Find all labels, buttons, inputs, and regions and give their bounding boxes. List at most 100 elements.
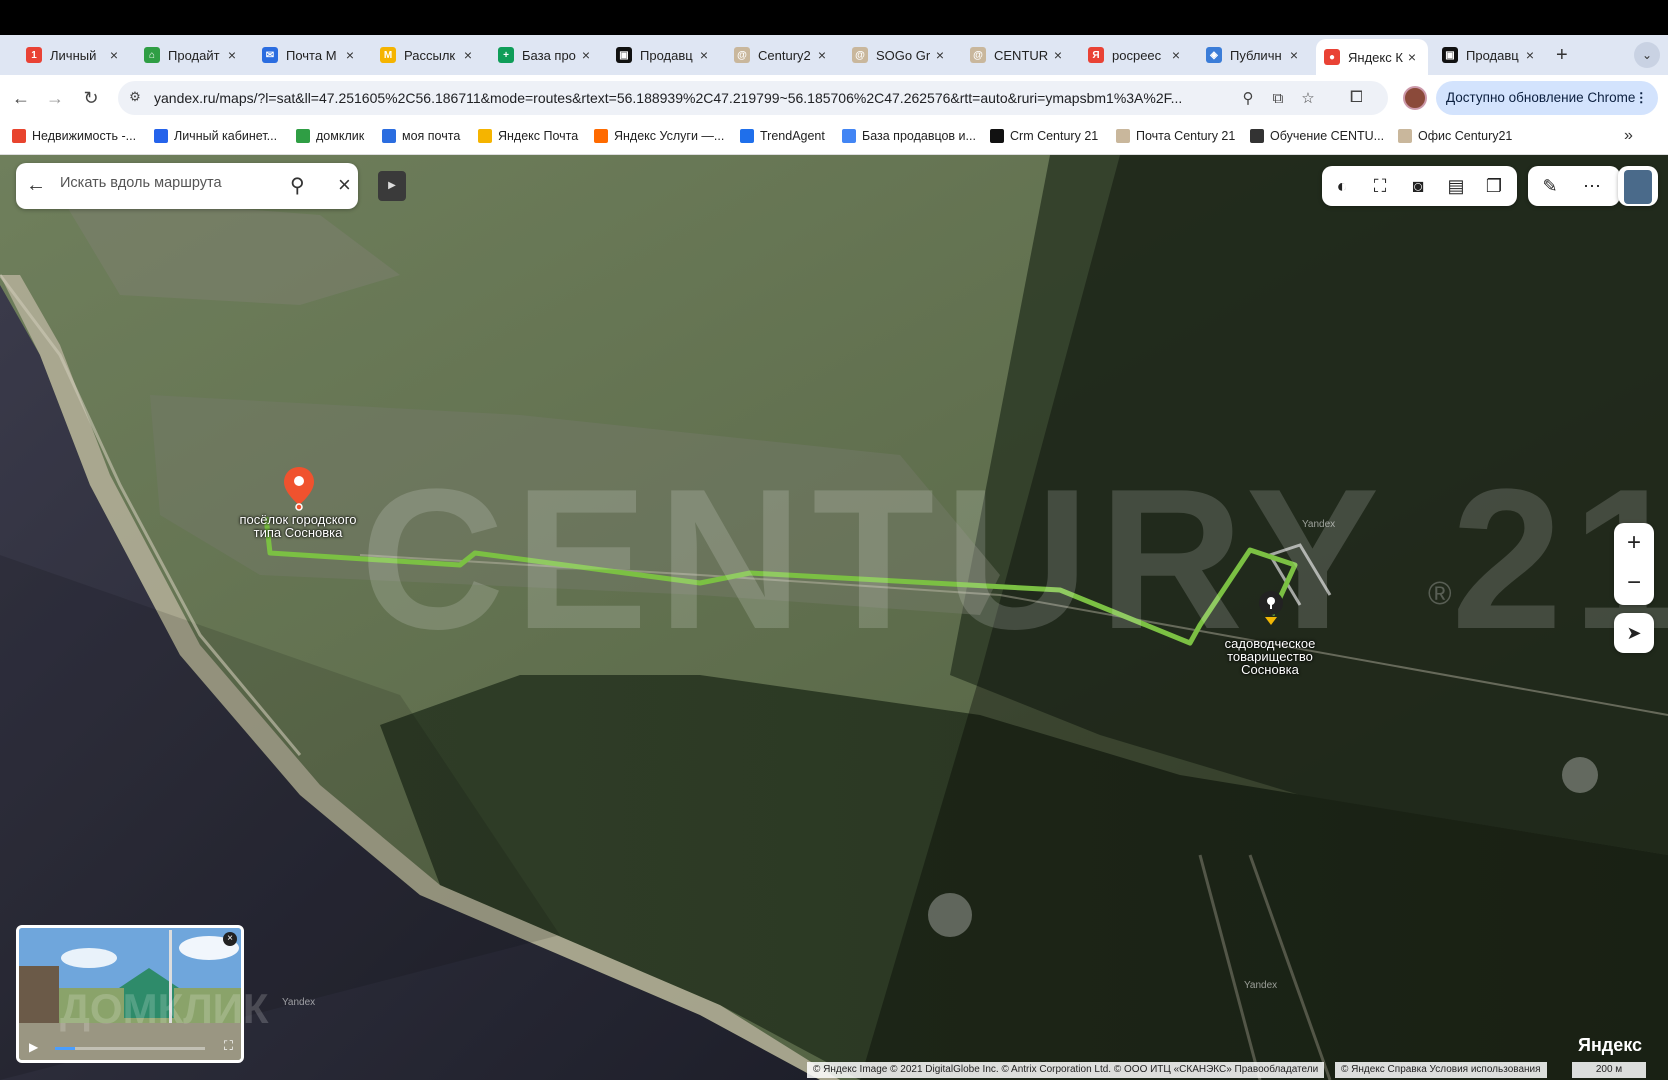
back-arrow-icon[interactable]: ← xyxy=(26,174,46,197)
tab-close-icon[interactable]: × xyxy=(342,47,358,63)
chrome-update-button[interactable]: Доступно обновление Chrome ⋮ xyxy=(1436,81,1658,115)
tab-close-icon[interactable]: × xyxy=(1050,47,1066,63)
bookmark-item[interactable]: База продавцов и... xyxy=(842,129,976,143)
zoom-in-button[interactable]: + xyxy=(1614,523,1654,563)
search-icon[interactable]: ⚲ xyxy=(290,173,305,198)
tab-close-icon[interactable]: × xyxy=(578,47,594,63)
browser-tab[interactable]: ✉ Почта M × xyxy=(254,39,366,71)
location-pin-icon[interactable]: ⚲ xyxy=(1238,89,1258,109)
collapse-panel-button[interactable]: ▶ xyxy=(378,171,406,201)
forward-button[interactable]: → xyxy=(42,85,68,111)
panorama-icon[interactable]: ⛶ xyxy=(1368,174,1392,198)
start-label[interactable]: посёлок городского типа Сосновка xyxy=(228,513,368,539)
transport-icon[interactable]: ▤ xyxy=(1444,174,1468,198)
tab-close-icon[interactable]: × xyxy=(1168,47,1184,63)
tab-title: Личный xyxy=(50,47,97,63)
browser-tab[interactable]: ▣ Продавц × xyxy=(1434,39,1546,71)
route-search-panel: ← ⚲ × xyxy=(16,163,358,209)
end-label[interactable]: садоводческое товарищество Сосновка xyxy=(1208,637,1332,676)
yandex-tile-mark: Yandex xyxy=(282,997,316,1008)
bookmark-item[interactable]: Обучение CENTU... xyxy=(1250,129,1384,143)
start-marker-icon[interactable] xyxy=(282,465,316,516)
tab-close-icon[interactable]: × xyxy=(460,47,476,63)
bookmark-item[interactable]: Яндекс Услуги —... xyxy=(594,129,724,143)
bookmark-star-icon[interactable]: ☆ xyxy=(1298,89,1318,109)
tab-title: SOGo Gr xyxy=(876,47,931,63)
browser-tab[interactable]: ⌂ Продайт × xyxy=(136,39,248,71)
photo-icon[interactable]: ◙ xyxy=(1406,174,1430,198)
tab-favicon-icon: ⌂ xyxy=(144,47,160,63)
bookmark-label: Яндекс Услуги —... xyxy=(614,129,725,143)
bookmark-label: домклик xyxy=(316,129,365,143)
tab-close-icon[interactable]: × xyxy=(1522,47,1538,63)
footer-links[interactable]: © Яндекс Справка Условия использования xyxy=(1335,1062,1547,1078)
domclick-watermark: ДОМКЛИК xyxy=(60,985,269,1032)
copyright-text[interactable]: © Яндекс Image © 2021 DigitalGlobe Inc. … xyxy=(807,1062,1325,1078)
extensions-icon[interactable]: ⧠ xyxy=(1350,89,1363,107)
tab-title: Публичн xyxy=(1230,47,1282,63)
close-icon[interactable]: × xyxy=(223,932,237,946)
tab-favicon-icon: ✉ xyxy=(262,47,278,63)
ruler-icon[interactable]: ✎ xyxy=(1538,174,1562,198)
bookmark-item[interactable]: TrendAgent xyxy=(740,129,825,143)
profile-avatar[interactable] xyxy=(1403,86,1427,110)
tab-close-icon[interactable]: × xyxy=(1404,49,1420,65)
tab-search-button[interactable]: ⌄ xyxy=(1634,42,1660,68)
url-text[interactable]: yandex.ru/maps/?l=sat&ll=47.251605%2C56.… xyxy=(154,90,1234,106)
tab-favicon-icon: @ xyxy=(970,47,986,63)
browser-tab[interactable]: M Рассылк × xyxy=(372,39,484,71)
route-search-input[interactable] xyxy=(60,175,260,191)
browser-tab[interactable]: ◈ Публичн × xyxy=(1198,39,1310,71)
tab-close-icon[interactable]: × xyxy=(696,47,712,63)
map-tools-toolbar: ✎ ⋯ xyxy=(1528,166,1620,206)
browser-tab[interactable]: + База про × xyxy=(490,39,602,71)
bookmark-favicon-icon xyxy=(842,129,856,143)
tab-favicon-icon: @ xyxy=(852,47,868,63)
tab-close-icon[interactable]: × xyxy=(1286,47,1302,63)
bookmark-item[interactable]: домклик xyxy=(296,129,364,143)
install-app-icon[interactable]: ⧉ xyxy=(1268,89,1288,109)
browser-tab[interactable]: @ Century2 × xyxy=(726,39,838,71)
reload-button[interactable]: ↻ xyxy=(78,85,104,111)
tab-close-icon[interactable]: × xyxy=(106,47,122,63)
zoom-out-button[interactable]: − xyxy=(1614,563,1654,603)
browser-tab[interactable]: ▣ Продавц × xyxy=(608,39,720,71)
bookmark-item[interactable]: Недвижимость -... xyxy=(12,129,136,143)
bookmark-item[interactable]: Яндекс Почта xyxy=(478,129,578,143)
site-info-icon[interactable]: ⚙ xyxy=(126,89,144,107)
preview-progress[interactable] xyxy=(55,1047,205,1050)
tab-title: Продавц xyxy=(1466,47,1519,63)
bookmark-item[interactable]: Офис Century21 xyxy=(1398,129,1512,143)
fullscreen-icon[interactable]: ⛶ xyxy=(224,1038,233,1054)
tab-close-icon[interactable]: × xyxy=(814,47,830,63)
browser-tab[interactable]: ● Яндекс К × xyxy=(1316,39,1428,75)
locate-me-button[interactable]: ➤ xyxy=(1614,613,1654,653)
bookmark-item[interactable]: Почта Century 21 xyxy=(1116,129,1235,143)
map-type-icon[interactable]: ◐ xyxy=(1330,174,1354,198)
bookmarks-overflow-icon[interactable]: » xyxy=(1624,127,1633,145)
bookmark-item[interactable]: моя почта xyxy=(382,129,460,143)
tab-title: Почта M xyxy=(286,47,337,63)
omnibox[interactable]: ⚙ yandex.ru/maps/?l=sat&ll=47.251605%2C5… xyxy=(118,81,1388,115)
layers-icon[interactable]: ❐ xyxy=(1482,174,1506,198)
browser-tab[interactable]: @ CENTUR × xyxy=(962,39,1074,71)
back-button[interactable]: ← xyxy=(8,85,34,111)
bookmark-item[interactable]: Личный кабинет... xyxy=(154,129,277,143)
bookmark-favicon-icon xyxy=(594,129,608,143)
bookmark-item[interactable]: Crm Century 21 xyxy=(990,129,1098,143)
tab-title: Century2 xyxy=(758,47,811,63)
close-icon[interactable]: × xyxy=(338,172,351,198)
map-view[interactable]: CENTURY 21 ® ← ⚲ × ▶ ◐ ⛶ ◙ ▤ ❐ ✎ ⋯ + − ➤… xyxy=(0,155,1668,1080)
browser-tab[interactable]: 1 Личный × xyxy=(18,39,130,71)
more-icon[interactable]: ⋯ xyxy=(1580,174,1604,198)
play-icon[interactable]: ▶ xyxy=(29,1040,38,1054)
tab-close-icon[interactable]: × xyxy=(224,47,240,63)
new-tab-button[interactable]: + xyxy=(1556,44,1568,67)
tab-close-icon[interactable]: × xyxy=(932,47,948,63)
browser-tab[interactable]: @ SOGo Gr × xyxy=(844,39,956,71)
browser-tab[interactable]: Яросреес × xyxy=(1080,39,1192,71)
end-marker-icon[interactable] xyxy=(1256,589,1286,634)
more-menu-icon[interactable]: ⋮ xyxy=(1635,81,1649,115)
tab-favicon-icon: 1 xyxy=(26,47,42,63)
user-avatar[interactable] xyxy=(1618,166,1658,206)
